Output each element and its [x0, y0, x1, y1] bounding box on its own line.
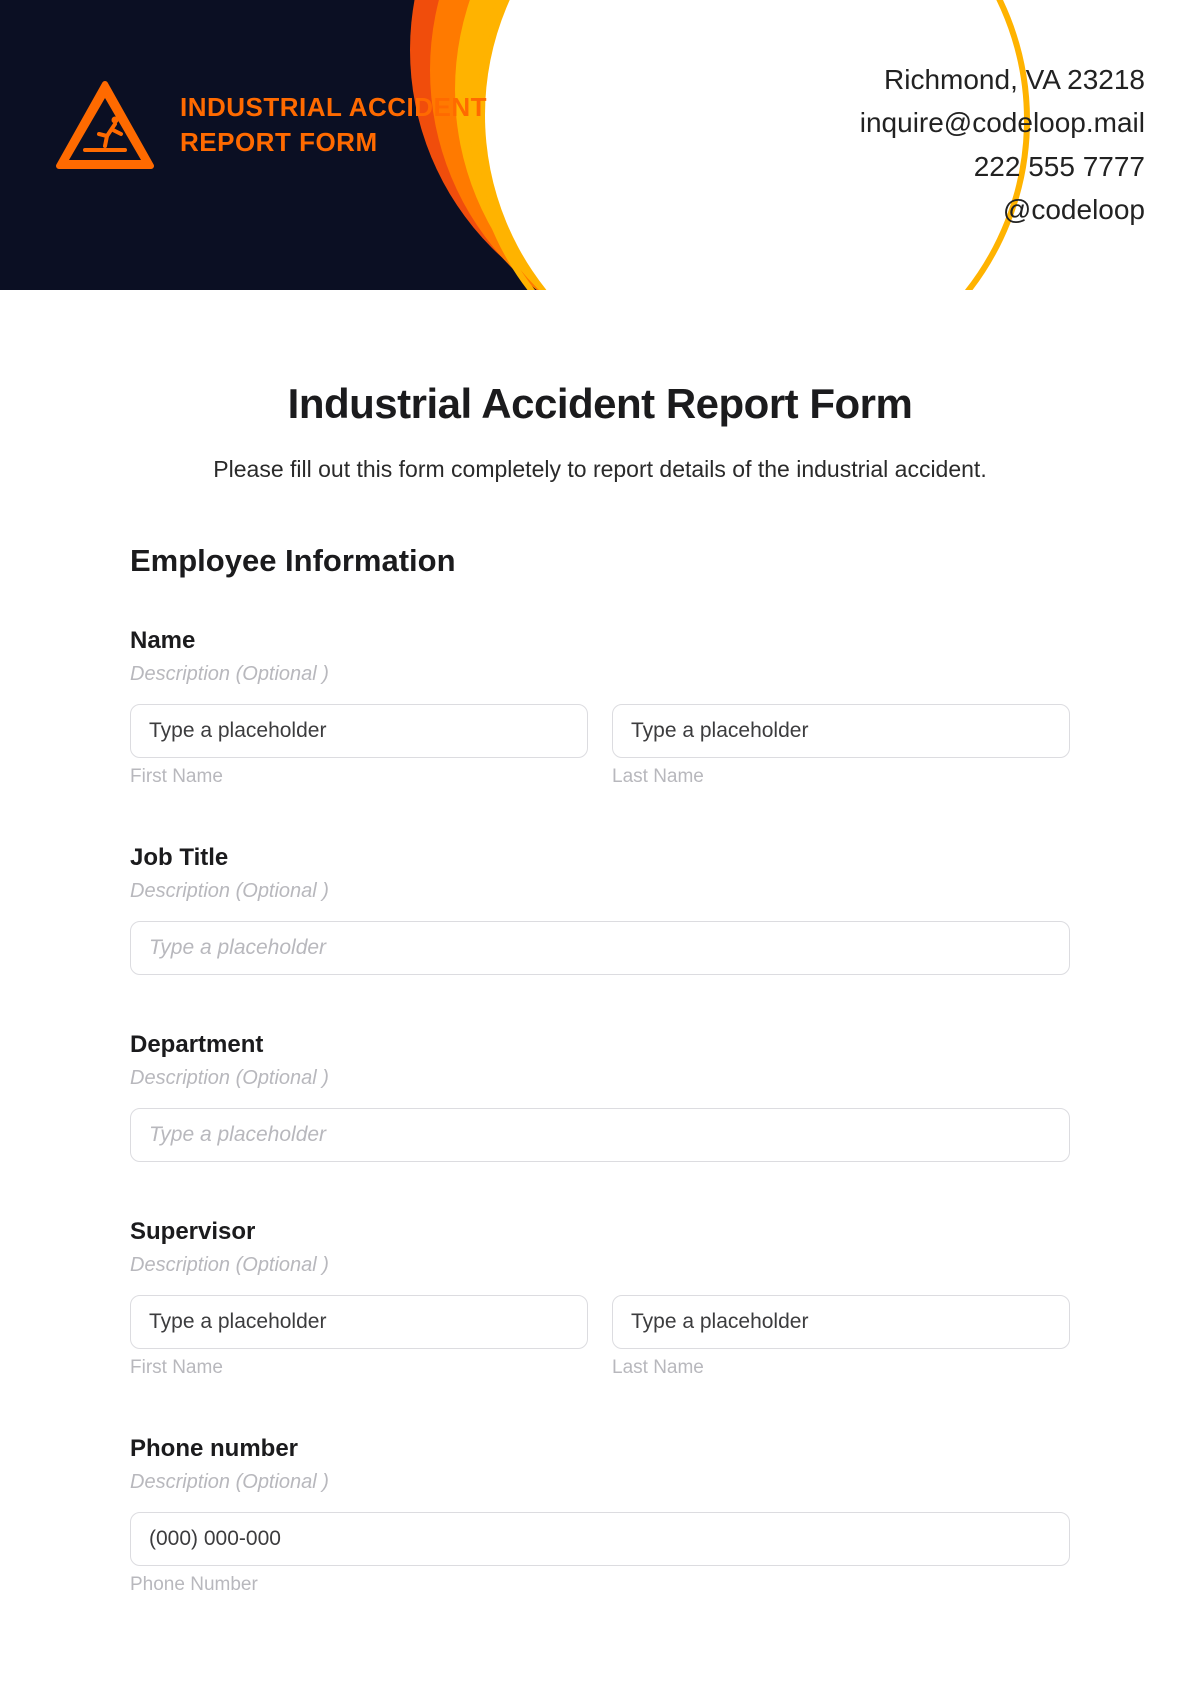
field-description: Description (Optional )	[130, 1471, 1070, 1494]
sublabel-first-name: First Name	[130, 1357, 588, 1379]
sublabel-last-name: Last Name	[612, 766, 1070, 788]
contact-address: Richmond, VA 23218	[860, 58, 1145, 101]
field-description: Description (Optional )	[130, 880, 1070, 903]
field-label: Name	[130, 627, 1070, 655]
warning-triangle-icon	[55, 80, 155, 170]
phone-input[interactable]	[130, 1512, 1070, 1566]
logo-title: INDUSTRIAL ACCIDENT REPORT FORM	[180, 90, 487, 160]
section-employee-info: Employee Information	[130, 543, 1070, 579]
job-title-input[interactable]	[130, 921, 1070, 975]
supervisor-first-name-input[interactable]	[130, 1295, 588, 1349]
last-name-input[interactable]	[612, 704, 1070, 758]
form-content: Industrial Accident Report Form Please f…	[0, 290, 1200, 1692]
logo-title-line: INDUSTRIAL ACCIDENT	[180, 90, 487, 125]
logo-title-line: REPORT FORM	[180, 125, 487, 160]
field-supervisor: Supervisor Description (Optional ) First…	[130, 1218, 1070, 1379]
contact-phone: 222 555 7777	[860, 145, 1145, 188]
contact-block: Richmond, VA 23218 inquire@codeloop.mail…	[860, 58, 1145, 232]
sublabel-first-name: First Name	[130, 766, 588, 788]
logo-block: INDUSTRIAL ACCIDENT REPORT FORM	[55, 80, 487, 170]
supervisor-last-name-input[interactable]	[612, 1295, 1070, 1349]
contact-handle: @codeloop	[860, 188, 1145, 231]
sublabel-last-name: Last Name	[612, 1357, 1070, 1379]
field-description: Description (Optional )	[130, 663, 1070, 686]
department-input[interactable]	[130, 1108, 1070, 1162]
field-label: Phone number	[130, 1435, 1070, 1463]
contact-email: inquire@codeloop.mail	[860, 101, 1145, 144]
field-name: Name Description (Optional ) First Name …	[130, 627, 1070, 788]
field-job-title: Job Title Description (Optional )	[130, 844, 1070, 975]
intro-text: Please fill out this form completely to …	[130, 456, 1070, 483]
header-banner: INDUSTRIAL ACCIDENT REPORT FORM Richmond…	[0, 0, 1200, 290]
field-description: Description (Optional )	[130, 1254, 1070, 1277]
field-department: Department Description (Optional )	[130, 1031, 1070, 1162]
field-label: Supervisor	[130, 1218, 1070, 1246]
field-phone: Phone number Description (Optional ) Pho…	[130, 1435, 1070, 1596]
field-description: Description (Optional )	[130, 1067, 1070, 1090]
first-name-input[interactable]	[130, 704, 588, 758]
field-label: Department	[130, 1031, 1070, 1059]
sublabel-phone: Phone Number	[130, 1574, 1070, 1596]
page-title: Industrial Accident Report Form	[130, 380, 1070, 428]
field-label: Job Title	[130, 844, 1070, 872]
